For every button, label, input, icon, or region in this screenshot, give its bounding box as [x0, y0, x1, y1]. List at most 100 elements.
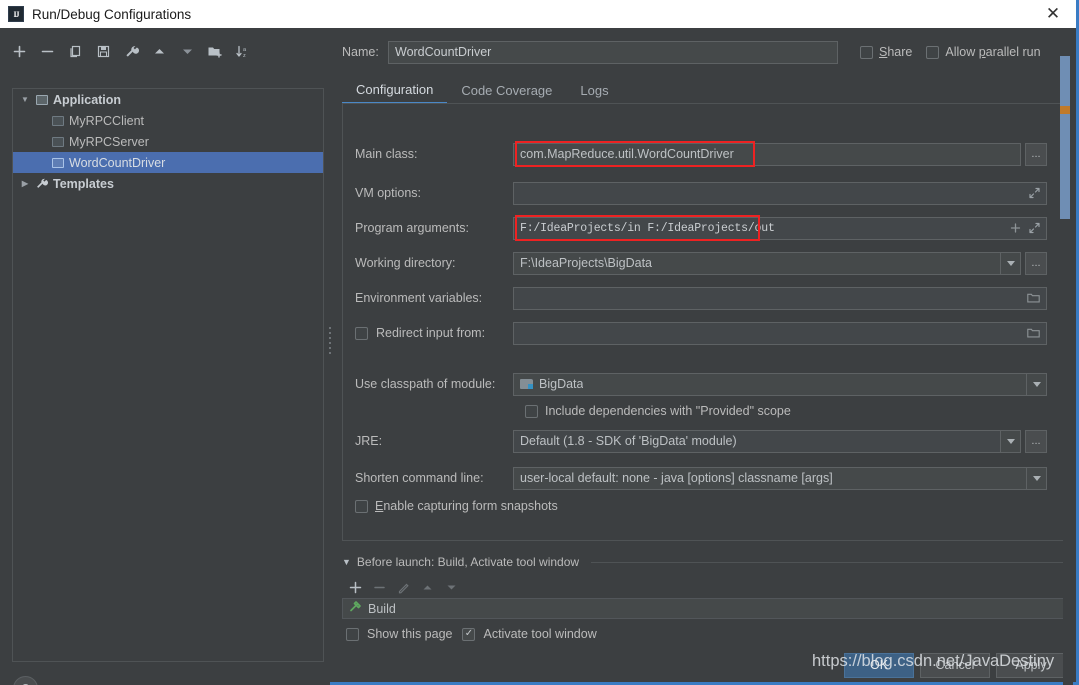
module-icon [520, 378, 534, 390]
activate-tool-window-checkbox-box[interactable]: ✓ [462, 627, 476, 641]
jre-value: Default (1.8 - SDK of 'BigData' module) [520, 434, 737, 448]
configuration-form: Main class: com.MapReduce.util.WordCount… [342, 104, 1066, 541]
watermark-text: https://blog.csdn.net/JavaDestiny [812, 652, 1055, 670]
intellij-logo-icon: IJ [8, 6, 24, 22]
before-launch-add-button[interactable] [346, 578, 364, 596]
allow-parallel-run-checkbox-box[interactable] [926, 45, 940, 59]
share-checkbox[interactable]: Share [860, 45, 912, 59]
before-launch-header[interactable]: ▼ Before launch: Build, Activate tool wi… [342, 553, 1066, 571]
editor-tabs: Configuration Code Coverage Logs [342, 76, 1066, 104]
redirect-input-checkbox[interactable] [355, 326, 368, 340]
working-directory-label: Working directory: [355, 256, 456, 270]
use-classpath-dropdown[interactable]: BigData [513, 372, 1047, 396]
tree-item-myrpcserver[interactable]: MyRPCServer [13, 131, 323, 152]
close-icon[interactable]: ✕ [1030, 0, 1076, 28]
show-this-page-checkbox[interactable]: Show this page [346, 627, 452, 641]
allow-parallel-run-checkbox[interactable]: Allow parallel run [926, 45, 1041, 59]
vertical-scrollbar-track[interactable] [1060, 28, 1073, 685]
use-classpath-value: BigData [539, 377, 584, 391]
vm-options-expand-icon[interactable] [1029, 187, 1040, 199]
tab-configuration[interactable]: Configuration [342, 77, 448, 104]
redirect-input-browse-icon[interactable] [1027, 328, 1040, 339]
before-launch-task-list[interactable]: Build [342, 598, 1066, 619]
use-classpath-dropdown-button[interactable] [1026, 373, 1046, 395]
scrollbar-marker [1060, 106, 1070, 114]
save-icon[interactable] [90, 39, 116, 63]
before-launch-divider [591, 561, 1066, 563]
include-provided-checkbox-box[interactable] [525, 404, 538, 418]
environment-variables-browse-icon[interactable] [1027, 293, 1040, 304]
working-directory-input[interactable]: F:\IdeaProjects\BigData [513, 251, 1021, 275]
before-launch-expand-icon[interactable]: ▼ [342, 557, 351, 567]
redirect-input-row: Redirect input from: [343, 321, 1067, 345]
copy-icon[interactable] [62, 39, 88, 63]
arrow-up-icon[interactable] [146, 39, 172, 63]
use-classpath-label: Use classpath of module: [355, 377, 496, 391]
chevron-down-icon [1006, 260, 1015, 266]
tree-item-label: Templates [53, 176, 114, 191]
environment-variables-input[interactable] [513, 286, 1047, 310]
arrow-down-icon[interactable] [174, 39, 200, 63]
program-arguments-label: Program arguments: [355, 221, 469, 235]
working-directory-browse-button[interactable]: ... [1025, 251, 1047, 275]
jre-row: JRE: Default (1.8 - SDK of 'BigData' mod… [343, 429, 1067, 453]
vm-options-label: VM options: [355, 186, 422, 200]
program-arguments-input[interactable]: F:/IdeaProjects/in F:/IdeaProjects/out [513, 216, 1047, 240]
before-launch-task-label: Build [368, 601, 396, 616]
use-classpath-row: Use classpath of module: BigData [343, 372, 1067, 396]
main-class-row: Main class: com.MapReduce.util.WordCount… [343, 141, 1067, 167]
folder-add-icon[interactable] [202, 39, 228, 63]
main-class-browse-button[interactable]: ... [1025, 142, 1047, 166]
tree-item-myrpcclient[interactable]: MyRPCClient [13, 110, 323, 131]
tree-item-application[interactable]: ▼ Application [13, 89, 323, 110]
redirect-input-label: Redirect input from: [376, 326, 486, 340]
tab-logs[interactable]: Logs [566, 77, 622, 104]
redirect-input-field[interactable] [513, 321, 1047, 345]
vm-options-input[interactable] [513, 181, 1047, 205]
activate-tool-window-checkbox[interactable]: ✓ Activate tool window [462, 627, 597, 641]
include-provided-label: Include dependencies with "Provided" sco… [545, 404, 791, 418]
enable-snapshots-checkbox-box[interactable] [355, 499, 368, 513]
jre-dropdown[interactable]: Default (1.8 - SDK of 'BigData' module) [513, 429, 1021, 453]
enable-snapshots-checkbox[interactable]: Enable capturing form snapshots [355, 499, 558, 513]
application-icon [49, 155, 66, 171]
help-button[interactable]: ? [13, 676, 38, 685]
tree-item-templates[interactable]: ▶ Templates [13, 173, 323, 194]
tree-item-label: Application [53, 92, 122, 107]
tree-item-wordcountdriver[interactable]: WordCountDriver [13, 152, 323, 173]
enable-snapshots-label: Enable capturing form snapshots [375, 499, 558, 513]
before-launch-edit-button[interactable] [394, 578, 412, 596]
before-launch-toolbar [346, 576, 646, 598]
jre-browse-button[interactable]: ... [1025, 429, 1047, 453]
program-arguments-field-icons [1010, 222, 1040, 234]
show-this-page-label: Show this page [367, 627, 453, 641]
application-icon [49, 113, 66, 129]
add-configuration-button[interactable] [6, 39, 32, 63]
tab-code-coverage[interactable]: Code Coverage [447, 77, 566, 104]
configurations-tree[interactable]: ▼ Application MyRPCClient MyRPCServer Wo… [12, 88, 324, 662]
before-launch-down-button[interactable] [442, 578, 460, 596]
share-checkbox-box[interactable] [860, 45, 873, 59]
include-provided-checkbox[interactable]: Include dependencies with "Provided" sco… [525, 404, 791, 418]
working-directory-dropdown-button[interactable] [1000, 252, 1020, 274]
sort-az-icon[interactable]: az [230, 39, 256, 63]
before-launch-remove-button[interactable] [370, 578, 388, 596]
expand-triangle-icon[interactable]: ▼ [17, 92, 33, 108]
collapse-triangle-icon[interactable]: ▶ [17, 176, 33, 192]
main-class-input[interactable]: com.MapReduce.util.WordCountDriver [513, 142, 1021, 166]
redirect-input-label-group[interactable]: Redirect input from: [343, 326, 513, 340]
share-checkbox-label: Share [879, 45, 913, 59]
wrench-icon[interactable] [118, 39, 144, 63]
name-input[interactable] [388, 40, 838, 64]
plus-icon [1010, 223, 1021, 233]
shorten-command-line-dropdown[interactable]: user-local default: none - java [options… [513, 466, 1047, 490]
before-launch-up-button[interactable] [418, 578, 436, 596]
shorten-command-line-dropdown-button[interactable] [1026, 467, 1046, 489]
show-this-page-checkbox-box[interactable] [346, 627, 359, 641]
vertical-scrollbar-thumb[interactable] [1060, 56, 1070, 219]
before-launch-title: Before launch: Build, Activate tool wind… [356, 555, 580, 569]
remove-configuration-button[interactable] [34, 39, 60, 63]
name-row: Name: Share Allow parallel run [342, 40, 1066, 64]
svg-text:z: z [243, 53, 246, 59]
jre-dropdown-button[interactable] [1000, 430, 1020, 452]
